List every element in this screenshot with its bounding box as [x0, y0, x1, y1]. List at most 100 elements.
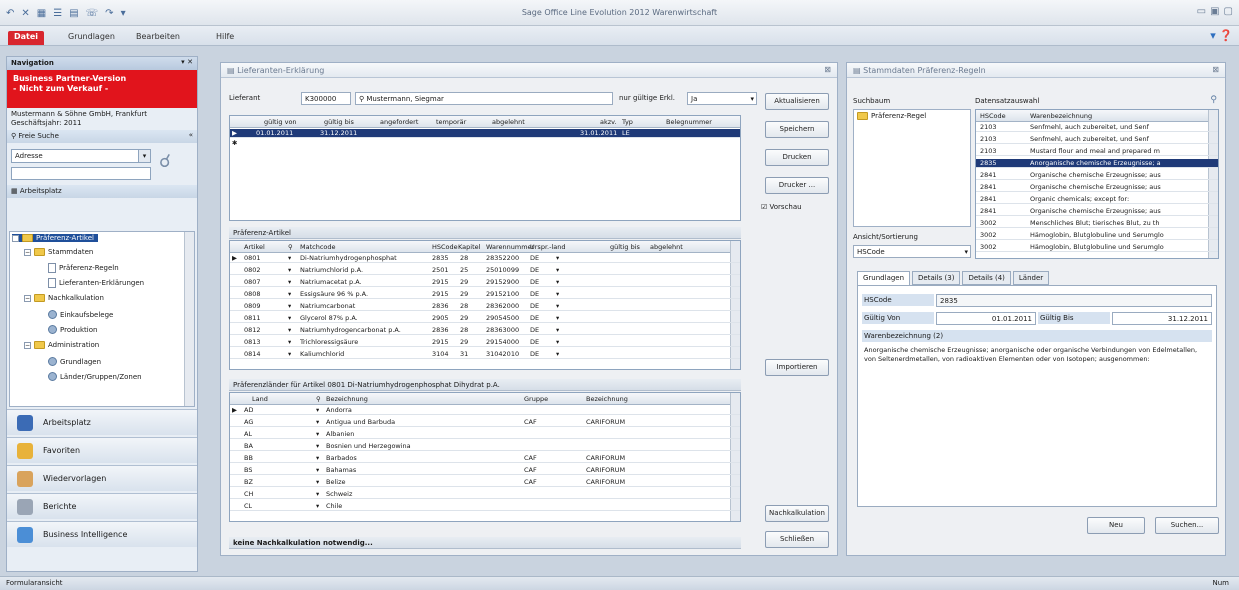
tab-datei[interactable]: Datei [8, 31, 45, 45]
dropdown-icon[interactable]: ▾ [288, 302, 291, 310]
land-row[interactable]: BA ▾ Bosnien und Herzegowina [230, 442, 740, 451]
ansicht-combo[interactable]: HSCode ▾ [853, 245, 971, 258]
land-row[interactable]: AG ▾ Antigua und Barbuda CAF CARIFORUM [230, 418, 740, 427]
lieferant-nr-field[interactable]: K300000 [301, 92, 351, 105]
help-icon[interactable]: ▾ ❓ [1210, 29, 1233, 42]
artikel-row[interactable]: 0813 ▾ Trichloressigsäure 2915 29 29154000 DE ▾ [230, 338, 740, 347]
nav-button-wiedervorlagen[interactable]: Wiedervorlagen [7, 465, 197, 491]
chevron-down-icon[interactable]: ▾ [556, 266, 559, 274]
artikel-row[interactable]: ▶ 0801 ▾ Di-Natriumhydrogenphosphat 2835 28 28… [230, 254, 740, 263]
dropdown-icon[interactable]: ▾ [288, 314, 291, 322]
dropdown-icon[interactable]: ▾ [288, 290, 291, 298]
tree-item-laender[interactable]: Länder/Gruppen/Zonen [48, 372, 142, 381]
tree-item-stammdaten[interactable]: − Stammdaten [24, 248, 93, 256]
land-row[interactable]: CH ▾ Schweiz [230, 490, 740, 499]
dropdown-icon[interactable]: ▾ [288, 266, 291, 274]
dropdown-icon[interactable]: ▾ [288, 254, 291, 262]
tree-item-praeferenz-regeln[interactable]: Präferenz-Regeln [48, 263, 119, 273]
datensatz-row[interactable]: 2841 Organic chemicals; except for: [976, 195, 1218, 204]
dropdown-icon[interactable]: ▾ [288, 338, 291, 346]
chevron-down-icon[interactable]: ▾ [556, 350, 559, 358]
chevron-down-icon[interactable]: ▾ [316, 466, 319, 474]
tab-grundlagen[interactable]: Grundlagen [62, 31, 121, 45]
binoculars-icon[interactable]: ☌ [159, 151, 171, 172]
hscode-field[interactable]: 2835 [936, 294, 1212, 307]
tab-details-3[interactable]: Details (3) [912, 271, 961, 285]
tree-item-einkaufsbelege[interactable]: Einkaufsbelege [48, 310, 113, 319]
speichern-button[interactable]: Speichern [765, 121, 829, 138]
land-row[interactable]: BZ ▾ Belize CAF CARIFORUM [230, 478, 740, 487]
chevron-down-icon[interactable]: ▾ [556, 302, 559, 310]
importieren-button[interactable]: Importieren [765, 359, 829, 376]
tab-hilfe[interactable]: Hilfe [210, 31, 240, 45]
close-window-icon[interactable]: ▢ [1224, 6, 1233, 17]
lieferant-name-field[interactable]: ⚲ Mustermann, Siegmar [355, 92, 613, 105]
datensatz-row[interactable]: 3002 Hämoglobin, Blutglobuline und Serumg… [976, 243, 1218, 252]
chevron-down-icon[interactable]: ▾ [556, 254, 559, 262]
artikel-grid[interactable]: Artikel ⚲ Matchcode HSCode Kapitel Waren… [229, 240, 741, 370]
artikel-row[interactable]: 0808 ▾ Essigsäure 96 % p.A. 2915 29 29152100 D… [230, 290, 740, 299]
laender-grid[interactable]: Land ⚲ Bezeichnung Gruppe Bezeichnung ▶ A… [229, 392, 741, 522]
nur-gueltige-combo[interactable]: Ja ▾ [687, 92, 757, 105]
neu-button[interactable]: Neu [1087, 517, 1145, 534]
filter-icon[interactable]: ⚲ [1210, 95, 1217, 105]
land-row[interactable]: BB ▾ Barbados CAF CARIFORUM [230, 454, 740, 463]
close-icon[interactable]: ⊠ [824, 65, 831, 74]
chevron-down-icon[interactable]: ▾ [556, 314, 559, 322]
datensatz-row[interactable]: 2841 Organische chemische Erzeugnisse; au… [976, 171, 1218, 180]
close-icon[interactable]: ⊠ [1212, 65, 1219, 74]
land-row[interactable]: CL ▾ Chile [230, 502, 740, 511]
tree-item-nachkalkulation[interactable]: − Nachkalkulation [24, 294, 104, 302]
vorschau-checkbox[interactable]: ☑ Vorschau [761, 203, 802, 211]
dropdown-icon[interactable]: ▾ [288, 350, 291, 358]
aktualisieren-button[interactable]: Aktualisieren [765, 93, 829, 110]
datensatz-row[interactable]: 3002 Menschliches Blut; tierisches Blut, … [976, 219, 1218, 228]
artikel-row[interactable]: 0814 ▾ Kaliumchlorid 3104 31 31042010 DE ▾ [230, 350, 740, 359]
tree-item-produktion[interactable]: Produktion [48, 325, 97, 334]
minimize-icon[interactable]: ▭ [1197, 6, 1206, 17]
chevron-down-icon[interactable]: ▾ [316, 406, 319, 414]
datensatz-row[interactable]: 2103 Senfmehl, auch zubereitet, und Senf [976, 123, 1218, 132]
chevron-down-icon[interactable]: ▾ [316, 490, 319, 498]
gueltig-bis-field[interactable]: 31.12.2011 [1112, 312, 1212, 325]
tree-item-lieferanten-erklaerungen[interactable]: Lieferanten-Erklärungen [48, 278, 144, 288]
tab-bearbeiten[interactable]: Bearbeiten [130, 31, 186, 45]
chevron-down-icon[interactable]: ▾ [556, 326, 559, 334]
land-row[interactable]: ▶ AD ▾ Andorra [230, 406, 740, 415]
schliessen-button[interactable]: Schließen [765, 531, 829, 548]
artikel-row[interactable]: 0812 ▾ Natriumhydrogencarbonat p.A. 2836 28 2… [230, 326, 740, 335]
drucken-button[interactable]: Drucken [765, 149, 829, 166]
nav-button-berichte[interactable]: Berichte [7, 493, 197, 519]
freie-suche-header[interactable]: ⚲ Freie Suche « [7, 130, 197, 143]
suchen-button[interactable]: Suchen... [1155, 517, 1219, 534]
chevron-down-icon[interactable]: ▾ [316, 478, 319, 486]
chevron-down-icon[interactable]: ▾ [556, 338, 559, 346]
search-icon[interactable]: ⚲ [359, 95, 364, 103]
erklaerung-row[interactable]: ▶ 01.01.2011 31.12.2011 31.01.2011 LE [230, 129, 740, 138]
nachkalkulation-button[interactable]: Nachkalkulation [765, 505, 829, 522]
chevron-down-icon[interactable]: ▾ [556, 290, 559, 298]
tree-item-administration[interactable]: − Administration [24, 341, 99, 349]
chevron-down-icon[interactable]: ▾ [556, 278, 559, 286]
land-row[interactable]: BS ▾ Bahamas CAF CARIFORUM [230, 466, 740, 475]
new-row[interactable]: ✱ [230, 139, 740, 148]
datensatz-row[interactable]: 2841 Organische chemische Erzeugnisse; au… [976, 183, 1218, 192]
dropdown-icon[interactable]: ▾ [288, 326, 291, 334]
chevron-down-icon[interactable]: ▾ [316, 502, 319, 510]
warenbezeichnung-text[interactable]: Anorganische chemische Erzeugnisse; anor… [862, 344, 1212, 494]
datensatz-row[interactable]: 2103 Senfmehl, auch zubereitet, und Senf [976, 135, 1218, 144]
nav-button-favoriten[interactable]: Favoriten [7, 437, 197, 463]
tree-scrollbar[interactable] [184, 232, 194, 406]
suchbaum-tree[interactable]: Präferenz-Regel [853, 109, 971, 227]
gueltig-von-field[interactable]: 01.01.2011 [936, 312, 1036, 325]
tab-laender[interactable]: Länder [1012, 271, 1050, 285]
datensatz-row[interactable]: 2103 Mustard flour and meal and prepared … [976, 147, 1218, 156]
search-input[interactable] [11, 167, 151, 180]
tab-grundlagen[interactable]: Grundlagen [857, 271, 911, 285]
datensatz-row[interactable]: 3002 Hämoglobin, Blutglobuline und Serumg… [976, 231, 1218, 240]
chevron-down-icon[interactable]: ▾ [316, 442, 319, 450]
artikel-row[interactable]: 0811 ▾ Glycerol 87% p.A. 2905 29 29054500 DE ▾ [230, 314, 740, 323]
tree-item-praeferenz-artikel[interactable]: − Präferenz-Artikel [12, 234, 98, 242]
tree-item-praeferenz-regel[interactable]: Präferenz-Regel [857, 112, 926, 120]
restore-icon[interactable]: ▣ [1210, 6, 1219, 17]
